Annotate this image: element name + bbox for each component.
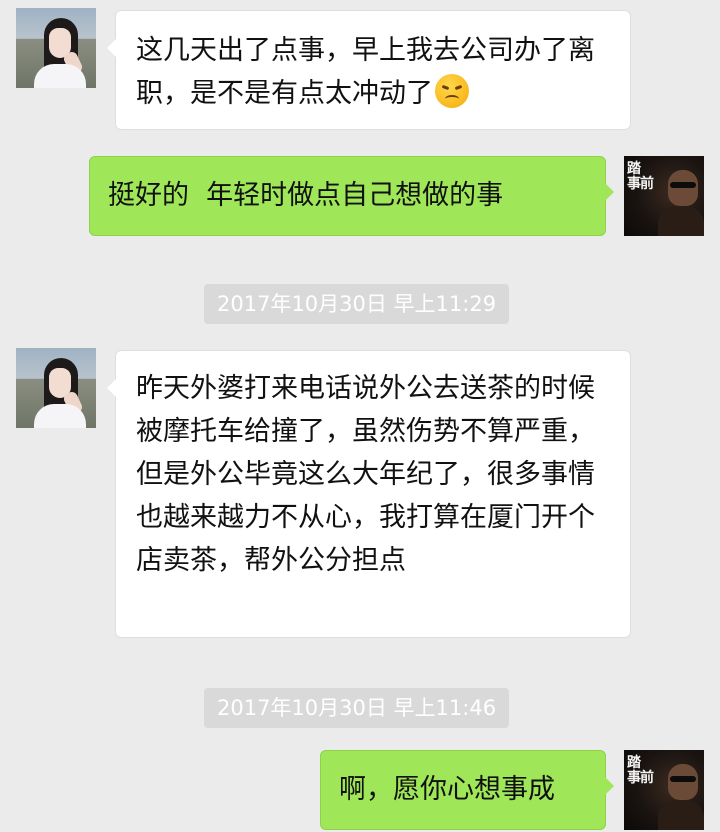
message-text: 啊，愿你心想事成 [339,774,555,805]
timestamp-text: 2017年10月30日 早上11:46 [217,696,497,720]
contact-avatar[interactable] [16,8,96,88]
self-avatar[interactable]: 踏 事前 [624,156,704,236]
avatar-logo-text: 踏 事前 [627,755,654,786]
outgoing-message-bubble[interactable]: 啊，愿你心想事成 [320,750,614,830]
avatar-body-shape [658,206,704,236]
emoji-mouth-shape [445,95,459,103]
confounded-face-emoji-icon [435,74,469,108]
self-avatar[interactable]: 踏 事前 [624,750,704,830]
timestamp-divider: 2017年10月30日 早上11:46 [204,688,510,728]
avatar-sunglasses-shape [670,182,696,188]
incoming-message-bubble[interactable]: 这几天出了点事，早上我去公司办了离职，是不是有点太冲动了 [107,10,631,130]
avatar-head-shape [668,170,698,206]
avatar-shirt-shape [34,64,86,88]
incoming-message-bubble[interactable]: 昨天外婆打来电话说外公去送茶的时候被摩托车给撞了，虽然伤势不算严重，但是外公毕竟… [107,350,631,638]
timestamp-text: 2017年10月30日 早上11:29 [217,292,497,316]
timestamp-divider: 2017年10月30日 早上11:29 [204,284,510,324]
contact-avatar[interactable] [16,348,96,428]
message-text: 挺好的 年轻时做点自己想做的事 [108,180,504,211]
outgoing-message-bubble[interactable]: 挺好的 年轻时做点自己想做的事 [89,156,614,236]
message-text: 昨天外婆打来电话说外公去送茶的时候被摩托车给撞了，虽然伤势不算严重，但是外公毕竟… [136,373,595,576]
avatar-head-shape [668,764,698,800]
avatar-shirt-shape [34,404,86,428]
message-text: 这几天出了点事，早上我去公司办了离职，是不是有点太冲动了 [136,35,595,109]
avatar-logo-text: 踏 事前 [627,161,654,192]
avatar-sunglasses-shape [670,776,696,782]
avatar-body-shape [658,800,704,830]
